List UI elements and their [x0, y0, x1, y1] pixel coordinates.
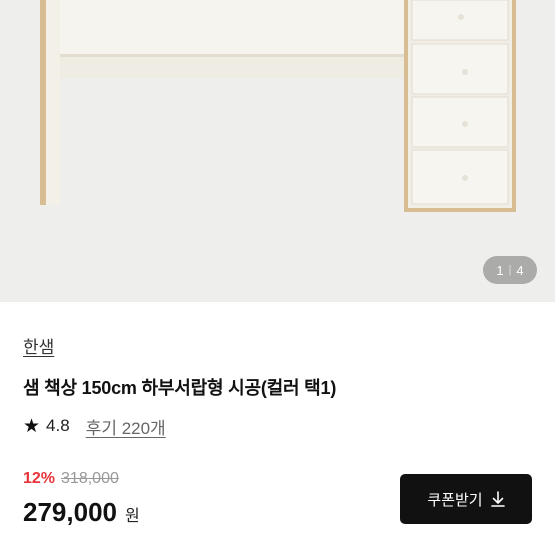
gallery-current-page: 1 [496, 262, 504, 278]
sale-price: 279,000 [23, 497, 117, 527]
coupon-button-label: 쿠폰받기 [427, 491, 483, 509]
price-discount-row: 12% 318,000 [23, 470, 119, 488]
gallery-page-separator: | [508, 264, 512, 276]
original-price: 318,000 [61, 470, 119, 487]
brand-link[interactable]: 한샘 [23, 333, 54, 358]
reviews-link[interactable]: 후기 220개 [86, 414, 166, 439]
coupon-download-button[interactable]: 쿠폰받기 [400, 474, 532, 524]
gallery-total-pages: 4 [516, 262, 524, 278]
product-image-gallery[interactable]: 1 | 4 [0, 0, 555, 302]
product-title: 샘 책상 150cm 하부서랍형 시공(컬러 택1) [23, 378, 337, 398]
currency-unit: 원 [124, 508, 140, 525]
desk-product-image [40, 0, 516, 212]
discount-rate: 12% [23, 470, 56, 487]
rating-row: ★ 4.8 후기 220개 [23, 414, 166, 438]
sale-price-row: 279,000 원 [23, 497, 140, 528]
star-icon: ★ [23, 415, 41, 437]
gallery-page-indicator: 1 | 4 [483, 256, 537, 284]
rating-score: 4.8 [46, 416, 70, 435]
download-icon [490, 491, 505, 507]
